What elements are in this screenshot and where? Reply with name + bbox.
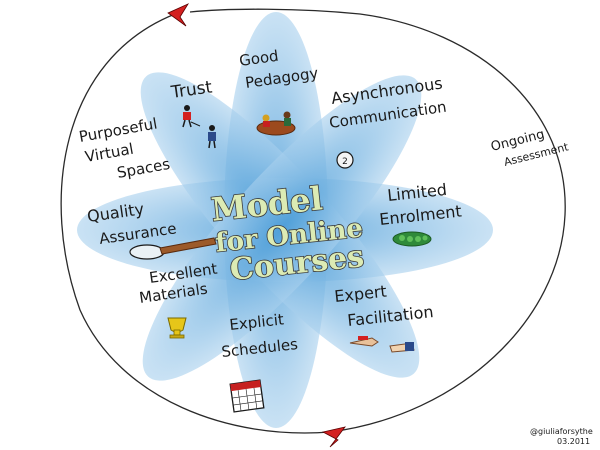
svg-text:2: 2 bbox=[342, 157, 348, 167]
cycle-arrow-top bbox=[167, 3, 190, 27]
diagram-canvas: Model for Online Courses Trust Good Peda… bbox=[60, 3, 593, 448]
model-diagram: Model for Online Courses Trust Good Peda… bbox=[0, 0, 600, 450]
calendar-icon bbox=[229, 379, 265, 413]
signature-handle: @giuliaforsythe bbox=[530, 427, 593, 436]
signature-date: 03.2011 bbox=[557, 437, 590, 446]
peas-pod-icon bbox=[392, 231, 432, 247]
speech-bubble-icon: 2 bbox=[336, 151, 354, 169]
cycle-arrow-bottom bbox=[321, 426, 346, 448]
trophy-icon bbox=[167, 317, 187, 339]
